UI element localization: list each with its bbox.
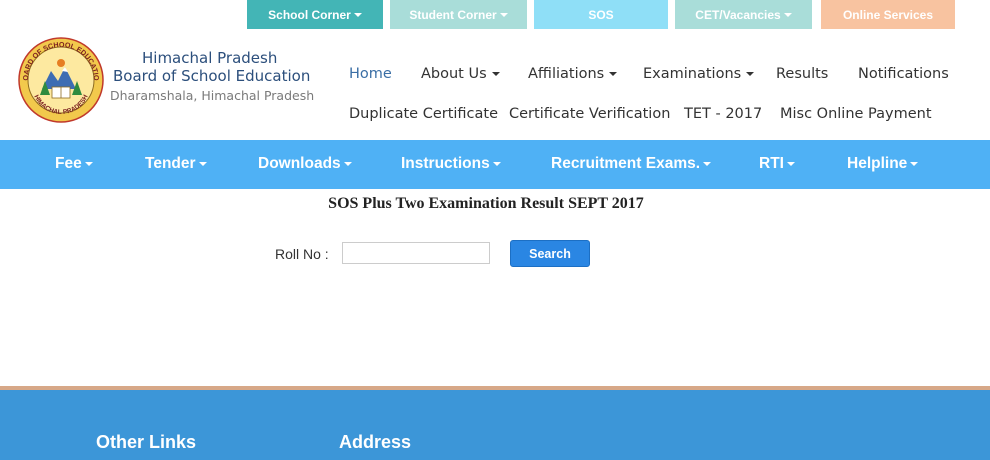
tab-online-services[interactable]: Online Services	[821, 0, 955, 29]
site-footer: Other Links Address	[0, 390, 990, 460]
nav-duplicate-certificate-label: Duplicate Certificate	[349, 106, 499, 122]
menu-recruitment-exams-label: Recruitment Exams.	[551, 155, 701, 172]
nav-affiliations[interactable]: Affiliations	[528, 66, 618, 82]
nav-misc-online-payment-label: Misc Online Payment	[780, 106, 932, 122]
nav-about-us-label: About Us	[421, 66, 487, 82]
caret-down-icon	[783, 12, 792, 17]
caret-down-icon	[499, 12, 508, 17]
nav-notifications-label: Notifications	[858, 66, 949, 82]
roll-no-input[interactable]	[342, 242, 490, 264]
tab-school-corner-label: School Corner	[268, 7, 351, 22]
caret-down-icon	[353, 12, 362, 17]
tab-school-corner[interactable]: School Corner	[247, 0, 383, 29]
nav-results[interactable]: Results	[776, 66, 828, 82]
hpbose-emblem-icon[interactable]: BOARD OF SCHOOL EDUCATION HIMACHAL PRADE…	[18, 37, 104, 123]
caret-down-icon	[609, 72, 618, 76]
nav-notifications[interactable]: Notifications	[858, 66, 949, 82]
menu-fee[interactable]: Fee	[55, 155, 93, 173]
brand-name-line2: Board of School Education	[113, 67, 311, 85]
footer-address-heading: Address	[339, 432, 412, 452]
top-tab-strip: School Corner Student Corner SOS CET/Vac…	[0, 0, 990, 30]
nav-home-label: Home	[349, 66, 392, 82]
menu-rti-label: RTI	[759, 155, 784, 172]
caret-down-icon	[343, 161, 352, 166]
nav-misc-online-payment[interactable]: Misc Online Payment	[780, 106, 932, 122]
menu-downloads-label: Downloads	[258, 155, 341, 172]
menu-helpline-label: Helpline	[847, 155, 908, 172]
tab-cet-vacancies[interactable]: CET/Vacancies	[675, 0, 812, 29]
menu-instructions-label: Instructions	[401, 155, 490, 172]
page-title: SOS Plus Two Examination Result SEPT 201…	[328, 195, 644, 212]
nav-certificate-verification[interactable]: Certificate Verification	[509, 106, 670, 122]
site-header: BOARD OF SCHOOL EDUCATION HIMACHAL PRADE…	[0, 30, 990, 140]
nav-duplicate-certificate[interactable]: Duplicate Certificate	[349, 106, 498, 122]
caret-down-icon	[84, 161, 93, 166]
caret-down-icon	[492, 161, 501, 166]
tab-student-corner[interactable]: Student Corner	[390, 0, 527, 29]
caret-down-icon	[910, 161, 919, 166]
caret-down-icon	[491, 72, 500, 76]
menu-helpline[interactable]: Helpline	[847, 155, 919, 173]
tab-cet-vacancies-label: CET/Vacancies	[695, 7, 781, 22]
roll-no-label: Roll No :	[275, 246, 329, 262]
menu-tender-label: Tender	[145, 155, 196, 172]
nav-tet-2017[interactable]: TET - 2017	[684, 106, 762, 122]
tab-online-services-label: Online Services	[842, 7, 934, 22]
nav-examinations-label: Examinations	[643, 66, 742, 82]
caret-down-icon	[746, 72, 755, 76]
nav-results-label: Results	[776, 66, 829, 82]
secondary-menu-bar: Fee Tender Downloads Instructions Recrui…	[0, 140, 990, 189]
nav-about-us[interactable]: About Us	[421, 66, 500, 82]
brand-name-line1: Himachal Pradesh	[142, 49, 278, 67]
nav-examinations[interactable]: Examinations	[643, 66, 755, 82]
caret-down-icon	[786, 161, 795, 166]
tab-student-corner-label: Student Corner	[409, 7, 497, 22]
search-button[interactable]: Search	[510, 240, 590, 267]
caret-down-icon	[703, 161, 712, 166]
menu-recruitment-exams[interactable]: Recruitment Exams.	[551, 155, 712, 173]
tab-sos-label: SOS	[588, 7, 614, 22]
menu-tender[interactable]: Tender	[145, 155, 207, 173]
nav-tet-2017-label: TET - 2017	[684, 106, 763, 122]
menu-rti[interactable]: RTI	[759, 155, 795, 173]
nav-home[interactable]: Home	[349, 66, 392, 82]
caret-down-icon	[198, 161, 207, 166]
tab-sos[interactable]: SOS	[534, 0, 668, 29]
menu-instructions[interactable]: Instructions	[401, 155, 501, 173]
nav-affiliations-label: Affiliations	[528, 66, 605, 82]
menu-downloads[interactable]: Downloads	[258, 155, 352, 173]
footer-other-links-heading: Other Links	[96, 432, 197, 452]
menu-fee-label: Fee	[55, 155, 82, 172]
brand-location: Dharamshala, Himachal Pradesh	[110, 88, 315, 103]
nav-certificate-verification-label: Certificate Verification	[509, 106, 671, 122]
